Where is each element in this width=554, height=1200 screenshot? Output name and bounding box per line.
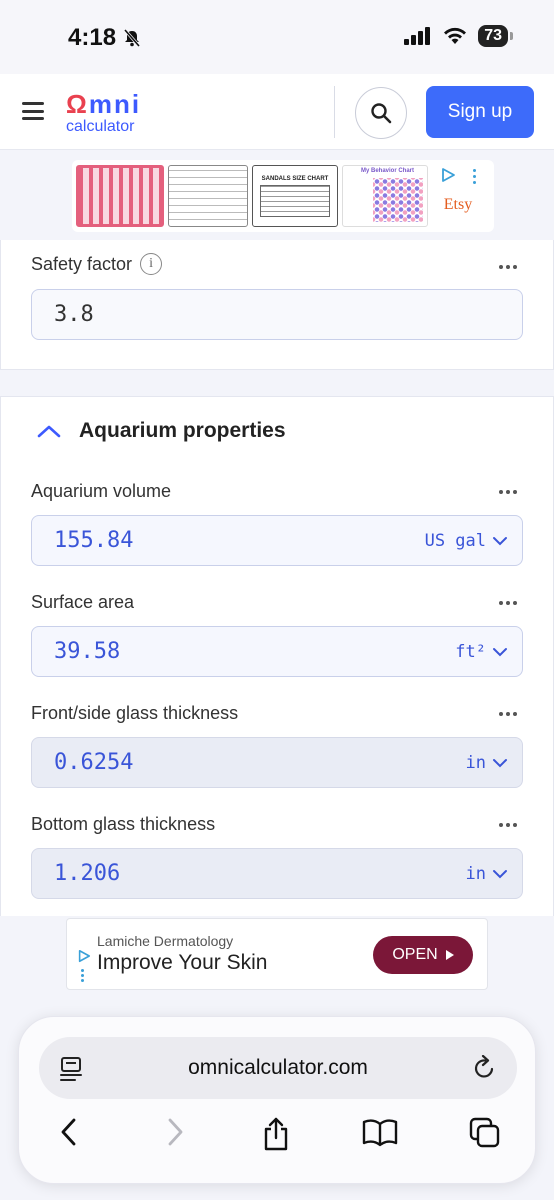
surface-area-label: Surface area — [31, 592, 135, 612]
ad-more-icon[interactable] — [473, 169, 476, 184]
logo-subtitle: calculator — [66, 118, 135, 135]
share-icon[interactable] — [261, 1117, 291, 1151]
tabs-icon[interactable] — [469, 1117, 501, 1149]
calculator-content[interactable]: Safety factor i 3.8 Aquarium properties … — [0, 240, 554, 916]
wifi-icon — [444, 27, 467, 44]
unit-label: in — [465, 863, 486, 884]
chevron-up-icon — [37, 425, 61, 438]
ad-brand-name: Etsy — [443, 196, 473, 213]
more-options-icon[interactable] — [499, 265, 517, 269]
header-divider — [334, 86, 335, 138]
menu-icon[interactable] — [22, 102, 44, 120]
play-arrow-icon — [445, 950, 454, 960]
more-options-icon[interactable] — [499, 823, 517, 827]
bell-slash-icon — [123, 29, 141, 47]
ad-headline: Improve Your Skin — [97, 951, 268, 974]
back-icon[interactable] — [57, 1117, 81, 1147]
front-side-glass-thickness-input[interactable]: 0.6254 in — [31, 737, 523, 788]
ad-choices-icon[interactable] — [77, 949, 91, 963]
reload-icon[interactable] — [473, 1055, 497, 1081]
safety-factor-label-row: Safety factor i — [31, 253, 163, 275]
safety-factor-input[interactable]: 3.8 — [31, 289, 523, 340]
clock-text: 4:18 — [68, 24, 117, 51]
more-options-icon[interactable] — [499, 712, 517, 716]
ad-advertiser: Lamiche Dermatology — [97, 933, 234, 949]
ad-image-pink-chart[interactable] — [76, 165, 164, 227]
ad-open-button[interactable]: OPEN — [373, 936, 473, 974]
bottom-glass-thickness-input[interactable]: 1.206 in — [31, 848, 523, 899]
bookmarks-icon[interactable] — [362, 1117, 398, 1147]
safety-factor-label: Safety factor — [31, 253, 133, 274]
surface-area-input[interactable]: 39.58 ft² — [31, 626, 523, 677]
status-indicators: 73 — [404, 25, 513, 47]
ad-open-label: OPEN — [392, 946, 438, 963]
surface-area-value: 39.58 — [54, 639, 121, 664]
ad-sandal-title: SANDALS SIZE CHART — [261, 176, 329, 182]
status-bar: 4:18 73 — [0, 0, 554, 74]
app-header: Ωmni calculator Sign up — [0, 74, 554, 150]
surface-area-unit-select[interactable]: ft² — [455, 627, 508, 676]
omni-logo[interactable]: Ωmni calculator — [66, 89, 142, 136]
ad-more-icon[interactable] — [81, 969, 84, 982]
browser-nav-row — [19, 1117, 537, 1157]
ad-image-table[interactable] — [168, 165, 248, 227]
bottom-glass-unit-select[interactable]: in — [466, 849, 508, 898]
chevron-down-icon — [493, 536, 507, 545]
section-title: Aquarium properties — [79, 419, 286, 442]
ad-banner-top[interactable]: SANDALS SIZE CHART My Behavior Chart Ets… — [72, 160, 494, 232]
front-side-glass-thickness-label: Front/side glass thickness — [31, 703, 239, 723]
aquarium-volume-value: 155.84 — [54, 528, 134, 553]
ad-image-behavior-chart[interactable]: My Behavior Chart — [342, 165, 428, 227]
more-options-icon[interactable] — [499, 490, 517, 494]
ad-image-sandal-chart[interactable]: SANDALS SIZE CHART — [252, 165, 338, 227]
logo-omega: Ω — [66, 89, 89, 119]
ad-brand-block[interactable]: Etsy — [432, 165, 484, 227]
cellular-signal-icon — [404, 27, 431, 45]
search-icon — [371, 103, 392, 124]
search-button[interactable] — [355, 87, 407, 139]
bottom-glass-thickness-label: Bottom glass thickness — [31, 814, 216, 834]
unit-label: ft² — [455, 641, 486, 662]
ad-banner-bottom[interactable]: Lamiche Dermatology Improve Your Skin OP… — [66, 918, 488, 990]
ad-choices-icon[interactable] — [440, 167, 456, 183]
card-previous-section: Safety factor i 3.8 — [0, 240, 554, 370]
info-icon[interactable]: i — [140, 253, 163, 275]
aquarium-volume-label: Aquarium volume — [31, 481, 172, 501]
aquarium-properties-card: Aquarium properties Aquarium volume 155.… — [0, 396, 554, 916]
section-toggle[interactable]: Aquarium properties — [37, 419, 286, 443]
browser-toolbar: omnicalculator.com — [18, 1016, 536, 1184]
front-side-glass-thickness-value: 0.6254 — [54, 750, 134, 775]
more-options-icon[interactable] — [499, 601, 517, 605]
logo-word: mni — [88, 89, 142, 119]
ad-chart-title: My Behavior Chart — [361, 168, 415, 174]
url-text[interactable]: omnicalculator.com — [39, 1037, 517, 1099]
forward-icon[interactable] — [163, 1117, 187, 1147]
front-side-glass-unit-select[interactable]: in — [466, 738, 508, 787]
bottom-glass-thickness-value: 1.206 — [54, 861, 121, 886]
chevron-down-icon — [493, 869, 507, 878]
status-time: 4:18 — [68, 24, 142, 52]
battery-indicator: 73 — [478, 25, 513, 47]
safety-factor-value: 3.8 — [54, 302, 94, 327]
unit-label: US gal — [424, 530, 486, 551]
unit-label: in — [465, 752, 486, 773]
page-menu-icon[interactable] — [59, 1056, 83, 1082]
address-bar[interactable]: omnicalculator.com — [39, 1037, 517, 1099]
chevron-down-icon — [493, 758, 507, 767]
sign-up-button[interactable]: Sign up — [426, 86, 534, 138]
chevron-down-icon — [493, 647, 507, 656]
aquarium-volume-unit-select[interactable]: US gal — [425, 516, 508, 565]
aquarium-volume-input[interactable]: 155.84 US gal — [31, 515, 523, 566]
